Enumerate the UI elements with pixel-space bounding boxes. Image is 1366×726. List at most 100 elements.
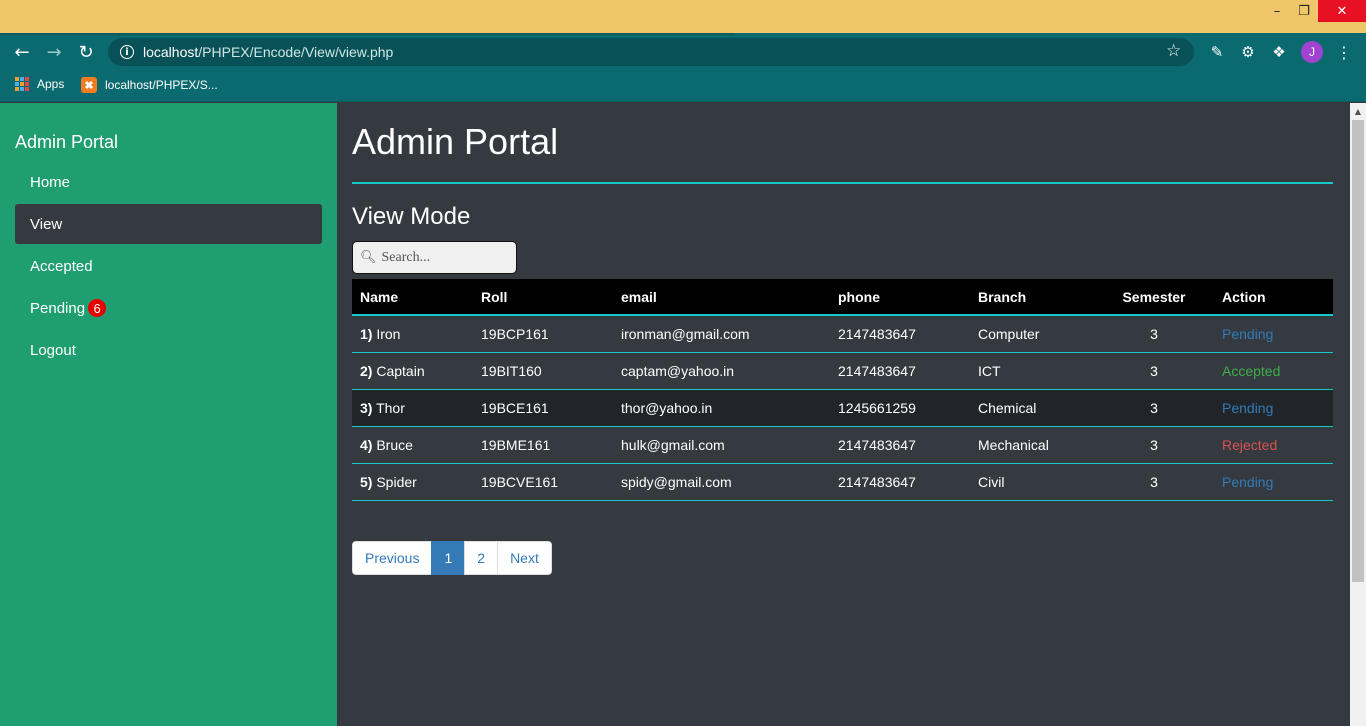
cell-phone: 2147483647 (830, 352, 970, 390)
cell-phone: 1245661259 (830, 389, 970, 427)
cell-email: thor@yahoo.in (613, 389, 830, 427)
cell-branch: Chemical (970, 389, 1094, 427)
sidebar-item-label: Home (30, 173, 71, 191)
pen-extension-icon[interactable]: ✎ (1206, 41, 1228, 63)
column-header-email[interactable]: email (613, 279, 830, 316)
student-name: Captain (376, 362, 425, 379)
bookmark-localhost[interactable]: ✖ localhost/PHPEX/S... (81, 77, 218, 93)
window-title-bar (0, 0, 1366, 33)
cell-name: 2) Captain (352, 352, 473, 390)
column-header-name[interactable]: Name (352, 279, 473, 316)
action-status-link[interactable]: Accepted (1214, 352, 1333, 390)
sidebar-title: Admin Portal (15, 132, 119, 152)
sidebar-item-pending[interactable]: Pending 6 (15, 288, 322, 328)
previous-page-button[interactable]: Previous (352, 541, 433, 575)
action-status-link[interactable]: Pending (1214, 463, 1333, 501)
extensions-puzzle-icon[interactable]: ❖ (1268, 41, 1290, 63)
sidebar: Admin Portal Home View Accepted Pending 6… (0, 103, 337, 726)
sidebar-item-label: Logout (30, 341, 76, 359)
main-content: Admin Portal View Mode 🔍︎ Name Roll emai… (337, 103, 1350, 726)
search-icon: 🔍︎ (360, 250, 377, 265)
student-name: Iron (376, 325, 401, 342)
gear-icon[interactable]: ⚙ (1237, 41, 1259, 63)
sidebar-item-view[interactable]: View (15, 204, 322, 244)
cell-email: hulk@gmail.com (613, 426, 830, 464)
page-1-button[interactable]: 1 (431, 541, 466, 575)
cell-semester: 3 (1094, 315, 1214, 353)
profile-avatar[interactable]: J (1301, 41, 1323, 63)
page-title: Admin Portal (352, 121, 559, 162)
row-number: 1) (360, 325, 373, 342)
row-number: 2) (360, 362, 373, 379)
action-status-link[interactable]: Pending (1214, 389, 1333, 427)
scroll-up-arrow-icon[interactable]: ▲ (1350, 103, 1366, 119)
cell-email: spidy@gmail.com (613, 463, 830, 501)
column-header-roll[interactable]: Roll (473, 279, 613, 316)
pending-count-badge: 6 (88, 299, 107, 317)
bookmark-star-icon[interactable]: ☆ (1166, 41, 1181, 61)
vertical-scrollbar[interactable]: ▲ (1350, 103, 1366, 726)
cell-branch: ICT (970, 352, 1094, 390)
info-icon[interactable]: i (120, 45, 134, 59)
cell-semester: 3 (1094, 352, 1214, 390)
bookmark-label: localhost/PHPEX/S... (105, 78, 218, 92)
bookmarks-bar: Apps ✖ localhost/PHPEX/S... (0, 70, 1366, 102)
close-window-button[interactable]: ✕ (1318, 0, 1366, 22)
cell-phone: 2147483647 (830, 426, 970, 464)
table-row: 2) Captain 19BIT160 captam@yahoo.in 2147… (352, 352, 1333, 390)
bookmark-apps[interactable]: Apps (15, 77, 64, 91)
cell-roll: 19BCE161 (473, 389, 613, 427)
column-header-branch[interactable]: Branch (970, 279, 1094, 316)
action-status-link[interactable]: Rejected (1214, 426, 1333, 464)
cell-semester: 3 (1094, 463, 1214, 501)
pagination: Previous 1 2 Next (352, 541, 552, 575)
student-name: Thor (376, 399, 405, 416)
divider (352, 182, 1333, 184)
student-name: Bruce (376, 436, 413, 453)
apps-grid-icon (15, 77, 29, 91)
search-input[interactable] (381, 249, 512, 266)
cell-semester: 3 (1094, 389, 1214, 427)
section-title: View Mode (352, 203, 471, 230)
cell-roll: 19BCVE161 (473, 463, 613, 501)
row-number: 4) (360, 436, 373, 453)
xampp-icon: ✖ (81, 77, 97, 93)
cell-roll: 19BIT160 (473, 352, 613, 390)
students-table: Name Roll email phone Branch Semester Ac… (352, 279, 1333, 501)
action-status-link[interactable]: Pending (1214, 315, 1333, 353)
sidebar-item-accepted[interactable]: Accepted (15, 246, 322, 286)
student-name: Spider (376, 473, 417, 490)
cell-name: 4) Bruce (352, 426, 473, 464)
cell-phone: 2147483647 (830, 463, 970, 501)
cell-semester: 3 (1094, 426, 1214, 464)
sidebar-item-logout[interactable]: Logout (15, 330, 322, 370)
cell-name: 1) Iron (352, 315, 473, 353)
row-number: 5) (360, 473, 373, 490)
column-header-semester[interactable]: Semester (1094, 279, 1214, 316)
table-header-row: Name Roll email phone Branch Semester Ac… (352, 279, 1333, 316)
url-text[interactable]: localhost/PHPEX/Encode/View/view.php (143, 44, 393, 60)
cell-branch: Civil (970, 463, 1094, 501)
address-bar[interactable]: i localhost/PHPEX/Encode/View/view.php (108, 38, 1194, 66)
cell-name: 3) Thor (352, 389, 473, 427)
cell-email: ironman@gmail.com (613, 315, 830, 353)
cell-email: captam@yahoo.in (613, 352, 830, 390)
sidebar-item-home[interactable]: Home (15, 162, 322, 202)
browser-menu-icon[interactable]: ⋮ (1334, 41, 1354, 63)
reload-icon[interactable]: ↻ (74, 40, 98, 64)
scrollbar-thumb[interactable] (1352, 120, 1364, 582)
cell-phone: 2147483647 (830, 315, 970, 353)
cell-branch: Computer (970, 315, 1094, 353)
cell-name: 5) Spider (352, 463, 473, 501)
next-page-button[interactable]: Next (497, 541, 552, 575)
forward-arrow-icon[interactable]: → (42, 40, 66, 64)
table-row: 5) Spider 19BCVE161 spidy@gmail.com 2147… (352, 463, 1333, 501)
search-box[interactable]: 🔍︎ (352, 241, 517, 274)
page-2-button[interactable]: 2 (464, 541, 499, 575)
column-header-action[interactable]: Action (1214, 279, 1333, 316)
cell-roll: 19BCP161 (473, 315, 613, 353)
table-row: 1) Iron 19BCP161 ironman@gmail.com 21474… (352, 315, 1333, 353)
column-header-phone[interactable]: phone (830, 279, 970, 316)
back-arrow-icon[interactable]: ← (10, 40, 34, 64)
tab-strip (0, 33, 735, 35)
